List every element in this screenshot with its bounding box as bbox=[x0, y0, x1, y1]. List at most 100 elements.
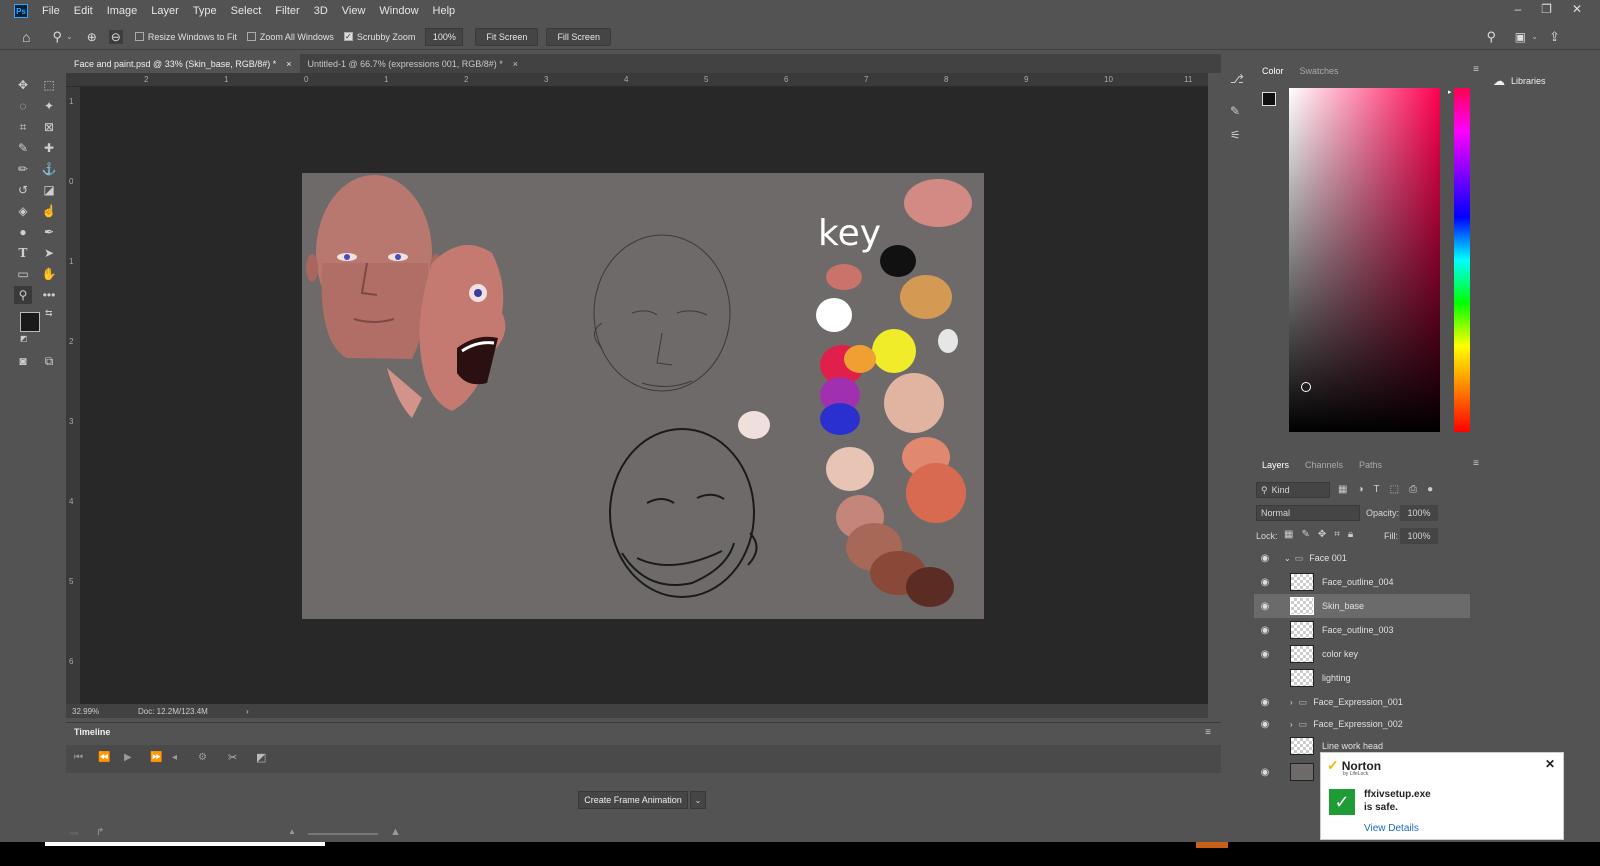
type-filter-icon[interactable]: T bbox=[1374, 484, 1380, 495]
zoom-out-icon[interactable]: ⊖ bbox=[108, 29, 123, 44]
settings-gear-icon[interactable]: ⚙ bbox=[198, 752, 207, 763]
fill-field[interactable]: 100% bbox=[1400, 528, 1438, 544]
brush-settings-icon[interactable]: ✎ bbox=[1230, 104, 1240, 118]
marquee-tool-icon[interactable]: ⬚ bbox=[40, 76, 58, 94]
tab-swatches[interactable]: Swatches bbox=[1300, 66, 1339, 76]
fill-screen-button[interactable]: Fill Screen bbox=[546, 27, 611, 46]
magic-wand-icon[interactable]: ✦ bbox=[40, 97, 58, 115]
prev-frame-icon[interactable]: ⏪ bbox=[98, 752, 110, 763]
pen-tool-icon[interactable]: ✒ bbox=[40, 223, 58, 241]
visibility-eye-icon[interactable]: ◉ bbox=[1254, 697, 1276, 708]
tool-preset-chevron-icon[interactable]: ⌄ bbox=[66, 32, 73, 41]
zoom-in-icon[interactable]: ⊕ bbox=[87, 30, 97, 44]
color-picker-cursor[interactable] bbox=[1301, 382, 1311, 392]
workspace-chevron-icon[interactable]: ⌄ bbox=[1531, 32, 1538, 41]
eyedropper-icon[interactable]: ✎ bbox=[14, 139, 32, 157]
expand-chevron-icon[interactable]: › bbox=[1290, 698, 1293, 707]
layer-group-face-001[interactable]: ◉ ⌄ ▭ Face 001 bbox=[1254, 546, 1470, 570]
pixel-filter-icon[interactable]: ▦ bbox=[1338, 484, 1347, 495]
play-icon[interactable]: ▶ bbox=[124, 752, 132, 763]
timeline-menu-icon[interactable]: ≡ bbox=[1205, 727, 1211, 738]
workspace-icon[interactable]: ▣ bbox=[1515, 30, 1526, 44]
zoom-level[interactable]: 32.99% bbox=[72, 707, 138, 716]
zoom-all-windows-checkbox[interactable]: Zoom All Windows bbox=[246, 32, 334, 42]
hue-slider[interactable] bbox=[1454, 88, 1470, 432]
audio-icon[interactable]: ◂ bbox=[172, 752, 177, 763]
view-details-link[interactable]: View Details bbox=[1364, 823, 1419, 834]
close-button[interactable]: ✕ bbox=[1572, 2, 1582, 16]
eraser-icon[interactable]: ◪ bbox=[40, 181, 58, 199]
foreground-color-swatch[interactable] bbox=[20, 312, 40, 332]
menu-help[interactable]: Help bbox=[433, 5, 456, 17]
color-panel-menu-icon[interactable]: ≡ bbox=[1473, 64, 1479, 75]
quick-mask-icon[interactable]: ◙ bbox=[14, 352, 32, 370]
opacity-field[interactable]: 100% bbox=[1400, 505, 1438, 521]
menu-edit[interactable]: Edit bbox=[74, 5, 93, 17]
lock-position-icon[interactable]: ✥ bbox=[1318, 529, 1326, 540]
menu-type[interactable]: Type bbox=[193, 5, 217, 17]
menu-image[interactable]: Image bbox=[107, 5, 138, 17]
layer-lighting[interactable]: lighting bbox=[1254, 666, 1470, 690]
tab-layers[interactable]: Layers bbox=[1262, 460, 1289, 470]
hue-marker-icon[interactable]: ▸ bbox=[1448, 88, 1452, 96]
menu-window[interactable]: Window bbox=[379, 5, 418, 17]
create-frame-animation-button[interactable]: Create Frame Animation bbox=[578, 791, 688, 809]
transition-icon[interactable]: ◩ bbox=[256, 751, 266, 764]
taskbar-active-item[interactable] bbox=[45, 842, 325, 846]
home-icon[interactable]: ⌂ bbox=[22, 29, 30, 45]
saturation-brightness-field[interactable] bbox=[1289, 88, 1440, 432]
zoom-out-small-icon[interactable]: ▲ bbox=[288, 827, 296, 836]
clone-stamp-icon[interactable]: ⚓ bbox=[40, 160, 58, 178]
tab-face-and-paint[interactable]: Face and paint.psd @ 33% (Skin_base, RGB… bbox=[66, 54, 300, 73]
layers-menu-icon[interactable]: ≡ bbox=[1473, 458, 1479, 469]
lock-transparency-icon[interactable]: ▦ bbox=[1284, 529, 1293, 540]
layer-face-outline-003[interactable]: ◉ Face_outline_003 bbox=[1254, 618, 1470, 642]
tab-paths[interactable]: Paths bbox=[1359, 460, 1382, 470]
healing-brush-icon[interactable]: ✚ bbox=[40, 139, 58, 157]
type-tool-icon[interactable]: T bbox=[14, 244, 32, 262]
first-frame-icon[interactable]: ⏮ bbox=[74, 752, 83, 763]
resize-windows-checkbox[interactable]: Resize Windows to Fit bbox=[134, 32, 237, 42]
adjustments-icon[interactable]: ⚟ bbox=[1230, 128, 1241, 142]
menu-file[interactable]: File bbox=[42, 5, 60, 17]
visibility-eye-icon[interactable]: ◉ bbox=[1254, 767, 1276, 778]
history-brush-icon[interactable]: ↺ bbox=[14, 181, 32, 199]
ruler-horizontal[interactable]: 2 1 0 1 2 3 4 5 6 7 8 9 10 11 bbox=[66, 73, 1208, 87]
zoom-tool-icon[interactable]: ⚲ bbox=[14, 286, 32, 304]
visibility-eye-icon[interactable]: ◉ bbox=[1254, 719, 1276, 730]
lock-artboard-icon[interactable]: ⌗ bbox=[1334, 529, 1340, 540]
rectangle-tool-icon[interactable]: ▭ bbox=[14, 265, 32, 283]
path-selection-icon[interactable]: ➤ bbox=[40, 244, 58, 262]
zoom-tool-icon[interactable]: ⚲ bbox=[52, 29, 62, 45]
ruler-vertical[interactable]: 1 0 1 2 3 4 5 6 bbox=[66, 87, 80, 704]
menu-filter[interactable]: Filter bbox=[275, 5, 299, 17]
shape-filter-icon[interactable]: ⬚ bbox=[1390, 484, 1399, 495]
tab-untitled-1[interactable]: Untitled-1 @ 66.7% (expressions 001, RGB… bbox=[300, 54, 527, 73]
lock-pixels-icon[interactable]: ✎ bbox=[1301, 529, 1309, 540]
dodge-tool-icon[interactable]: ● bbox=[14, 223, 32, 241]
visibility-eye-icon[interactable]: ◉ bbox=[1254, 649, 1276, 660]
convert-icon[interactable]: ↱ bbox=[96, 827, 104, 838]
swap-colors-icon[interactable]: ⇆ bbox=[45, 308, 53, 319]
frame-tool-icon[interactable]: ⊠ bbox=[40, 118, 58, 136]
zoom-value-field[interactable]: 100% bbox=[425, 27, 464, 46]
scrubby-zoom-checkbox[interactable]: ✓ Scrubby Zoom bbox=[343, 32, 415, 42]
restore-button[interactable]: ❐ bbox=[1541, 2, 1552, 16]
smart-object-filter-icon[interactable]: ⎙ bbox=[1409, 484, 1417, 495]
visibility-eye-icon[interactable]: ◉ bbox=[1254, 601, 1276, 612]
crop-tool-icon[interactable]: ⌗ bbox=[14, 118, 32, 136]
menu-view[interactable]: View bbox=[342, 5, 366, 17]
filter-kind-dropdown[interactable]: ⚲ Kind bbox=[1256, 482, 1330, 498]
minimize-button[interactable]: – bbox=[1514, 2, 1521, 16]
lock-all-icon[interactable]: 🔒︎ bbox=[1348, 529, 1353, 540]
menu-3d[interactable]: 3D bbox=[314, 5, 328, 17]
share-icon[interactable]: ⇪ bbox=[1549, 29, 1560, 45]
layer-face-outline-004[interactable]: ◉ Face_outline_004 bbox=[1254, 570, 1470, 594]
smudge-tool-icon[interactable]: ☝ bbox=[40, 202, 58, 220]
default-colors-icon[interactable]: ◩ bbox=[20, 334, 28, 343]
hand-tool-icon[interactable]: ✋ bbox=[40, 265, 58, 283]
visibility-eye-icon[interactable]: ◉ bbox=[1254, 625, 1276, 636]
close-tab-icon[interactable]: × bbox=[286, 59, 291, 69]
menu-select[interactable]: Select bbox=[231, 5, 262, 17]
libraries-button[interactable]: ☁ Libraries bbox=[1493, 74, 1546, 88]
